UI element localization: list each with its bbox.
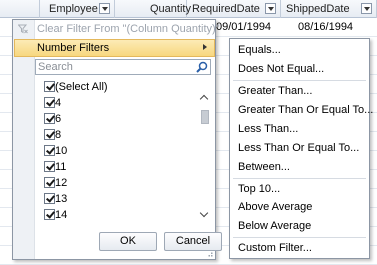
checkbox-label: 4: [55, 97, 62, 109]
list-item[interactable]: 13: [44, 191, 204, 207]
menu-item-top-10[interactable]: Top 10...: [230, 180, 369, 199]
column-header-label: Quantity: [150, 3, 191, 15]
menu-item-label: Does Not Equal...: [238, 63, 325, 75]
grid-header: Employee Quantity RequiredDate ShippedDa…: [0, 0, 377, 18]
menu-item-above-average[interactable]: Above Average: [230, 198, 369, 217]
search-box[interactable]: [35, 59, 211, 75]
menu-item-less-than[interactable]: Less Than...: [230, 120, 369, 139]
menu-item-greater-than[interactable]: Greater Than...: [230, 82, 369, 101]
checkbox-label: (Select All): [55, 81, 108, 93]
menu-separator: [233, 178, 366, 179]
checkbox-label: 8: [55, 129, 62, 141]
list-item[interactable]: 6: [44, 111, 204, 127]
menu-item-label: Above Average: [238, 201, 313, 213]
column-header-shippeddate[interactable]: ShippedDate: [281, 0, 377, 18]
list-scrollbar[interactable]: [199, 92, 211, 220]
resize-grip-icon[interactable]: [206, 250, 213, 257]
cell-required-date: 09/01/1994: [216, 21, 272, 33]
menu-item-label: Less Than...: [238, 123, 299, 135]
checkbox-label: 11: [55, 161, 67, 173]
column-header-label: RequiredDate: [192, 3, 260, 15]
list-item[interactable]: 14: [44, 207, 204, 223]
menu-item-label: Custom Filter...: [238, 242, 312, 254]
search-input[interactable]: [38, 60, 188, 74]
checkbox[interactable]: [44, 193, 55, 204]
checkbox-label: 10: [55, 145, 68, 157]
ok-button[interactable]: OK: [99, 232, 157, 251]
checkbox[interactable]: [44, 129, 55, 140]
menu-item-below-average[interactable]: Below Average: [230, 217, 369, 236]
clear-filter-menu-item[interactable]: Clear Filter From "(Column Quantity)": [13, 20, 220, 39]
list-item[interactable]: 8: [44, 127, 204, 143]
checkbox[interactable]: [44, 113, 55, 124]
checkbox[interactable]: [44, 209, 55, 220]
checkbox[interactable]: [44, 177, 55, 188]
number-filters-label: Number Filters: [37, 42, 110, 54]
filter-dropdown-button[interactable]: [361, 3, 372, 14]
clear-filter-icon: [18, 24, 28, 34]
column-header-quantity[interactable]: Quantity: [115, 0, 191, 18]
cell-shipped-date: 08/16/1994: [298, 21, 354, 33]
checkbox[interactable]: [44, 97, 55, 108]
row-indicator-header: [0, 0, 40, 18]
submenu-arrow-icon: [203, 44, 207, 50]
column-header-requireddate[interactable]: RequiredDate: [187, 0, 281, 18]
menu-item-less-than-or-equal[interactable]: Less Than Or Equal To...: [230, 139, 369, 158]
checkbox-label: 14: [55, 209, 68, 221]
filter-dropdown-button[interactable]: [99, 3, 110, 14]
checkbox-select-all[interactable]: (Select All): [44, 79, 204, 95]
menu-item-greater-than-or-equal[interactable]: Greater Than Or Equal To...: [230, 101, 373, 120]
filter-dropdown-button[interactable]: [265, 3, 276, 14]
checkbox[interactable]: [44, 81, 55, 92]
checkbox[interactable]: [44, 161, 55, 172]
checkbox[interactable]: [44, 145, 55, 156]
scroll-up-arrow-icon[interactable]: [199, 92, 211, 102]
menu-item-does-not-equal[interactable]: Does Not Equal...: [230, 60, 369, 79]
checkbox-label: 6: [55, 113, 62, 125]
menu-item-label: Greater Than...: [238, 85, 313, 97]
number-filters-submenu: Equals... Does Not Equal... Greater Than…: [229, 38, 373, 259]
menu-item-between[interactable]: Between...: [230, 158, 369, 177]
list-item[interactable]: 10: [44, 143, 204, 159]
menu-item-custom-filter[interactable]: Custom Filter...: [230, 239, 369, 258]
checkbox-label: 12: [55, 177, 68, 189]
scrollbar-thumb[interactable]: [201, 110, 209, 124]
clear-filter-label: Clear Filter From "(Column Quantity)": [37, 23, 220, 35]
value-checkbox-list: (Select All) 4 6 8 10 11 12 13 14: [35, 78, 211, 240]
menu-item-label: Equals...: [238, 44, 281, 56]
menu-separator: [233, 237, 366, 238]
column-filter-popup: Clear Filter From "(Column Quantity)" Nu…: [12, 19, 222, 260]
column-header-label: Employee: [49, 3, 98, 15]
menu-item-label: Top 10...: [238, 183, 281, 195]
menu-item-label: Greater Than Or Equal To...: [238, 104, 374, 116]
cancel-button[interactable]: Cancel: [164, 232, 222, 251]
menu-item-label: Less Than Or Equal To...: [238, 142, 360, 154]
scroll-down-arrow-icon[interactable]: [199, 210, 211, 220]
list-item[interactable]: 11: [44, 159, 204, 175]
checkbox-label: 13: [55, 193, 68, 205]
list-item[interactable]: 4: [44, 95, 204, 111]
column-header-employee[interactable]: Employee: [40, 0, 115, 18]
menu-separator: [233, 80, 366, 81]
search-icon[interactable]: [196, 61, 208, 73]
number-filters-menu-item[interactable]: Number Filters: [14, 39, 215, 57]
column-header-label: ShippedDate: [286, 3, 350, 15]
menu-item-equals[interactable]: Equals...: [230, 41, 369, 60]
menu-item-label: Below Average: [238, 220, 312, 232]
menu-item-label: Between...: [238, 161, 290, 173]
list-item[interactable]: 12: [44, 175, 204, 191]
